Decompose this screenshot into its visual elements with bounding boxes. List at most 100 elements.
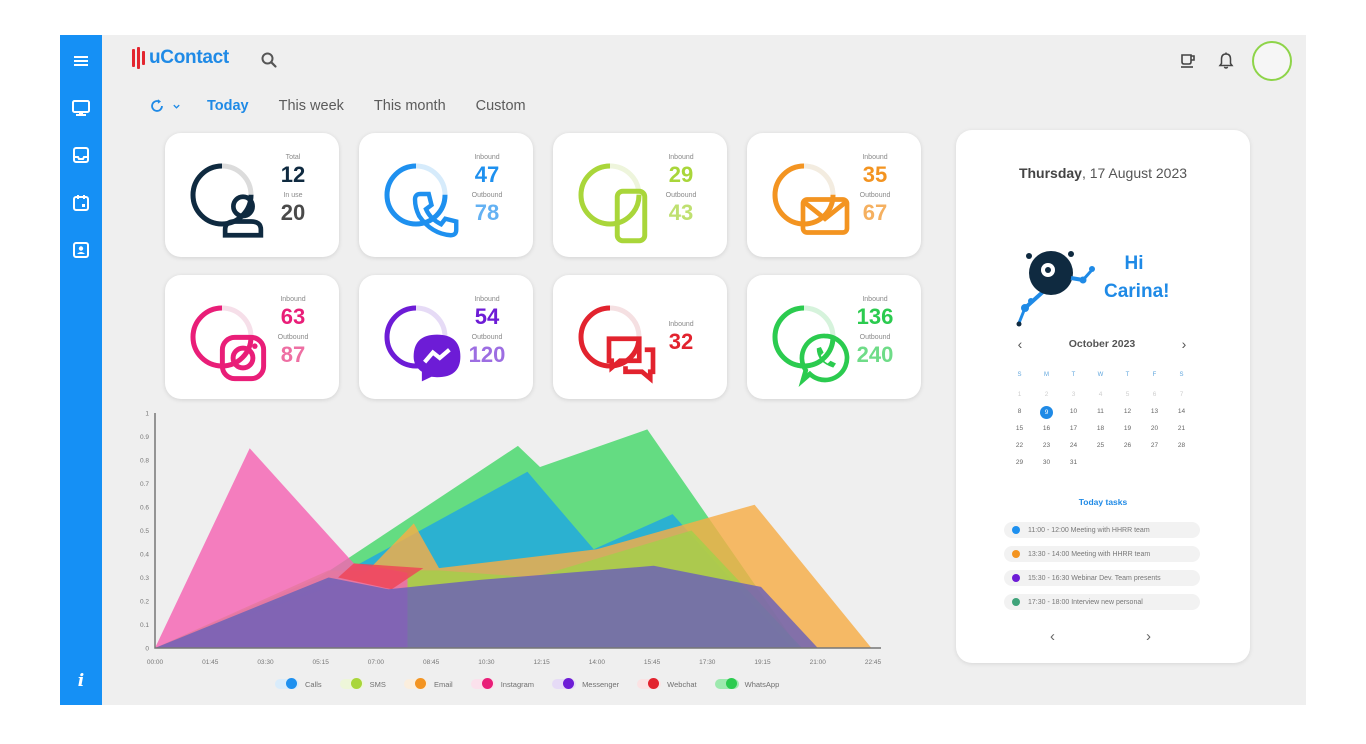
calendar-day[interactable]: 11 <box>1087 406 1114 418</box>
sidebar-item-monitor[interactable] <box>69 96 93 120</box>
y-tick-label: 0.5 <box>140 528 149 535</box>
calendar-day[interactable]: 18 <box>1087 423 1114 435</box>
legend-toggle-sms[interactable]: SMS <box>339 678 386 689</box>
notifications-button[interactable] <box>1214 49 1238 73</box>
card-whatsapp[interactable]: Inbound 136 Outbound 240 <box>747 275 921 399</box>
task-item[interactable]: 13:30 - 14:00 Meeting with HHRR team <box>1004 546 1200 562</box>
toggle-switch[interactable] <box>275 678 299 689</box>
toggle-switch[interactable] <box>714 678 739 689</box>
stat-label-1: Inbound <box>280 296 306 303</box>
calendar-day[interactable]: 5 <box>1114 389 1141 401</box>
calendar-day[interactable]: 28 <box>1168 440 1195 452</box>
legend-toggle-calls[interactable]: Calls <box>275 678 322 689</box>
task-color-dot <box>1012 598 1020 606</box>
calendar-day[interactable]: 4 <box>1087 389 1114 401</box>
calendar-day[interactable]: 2 <box>1033 389 1060 401</box>
calendar-day[interactable]: 24 <box>1060 440 1087 452</box>
tab-custom[interactable]: Custom <box>476 98 526 114</box>
task-item[interactable]: 15:30 - 16:30 Webinar Dev. Team presents <box>1004 570 1200 586</box>
break-button[interactable] <box>1176 49 1200 73</box>
tasks-next-button[interactable]: › <box>1146 628 1151 645</box>
toggle-switch[interactable] <box>470 678 495 689</box>
tasks-title: Today tasks <box>1078 497 1128 507</box>
card-calls[interactable]: Inbound 47 Outbound 78 <box>359 133 533 257</box>
legend-toggle-webchat[interactable]: Webchat <box>637 678 697 689</box>
activity-chart: 0 0.1 0.2 0.3 0.4 0.5 0.6 0.7 0.8 0.9 1 00:00 01:45 0… <box>135 405 915 705</box>
x-tick-label: 17:30 <box>699 659 716 666</box>
whatsapp-icon <box>798 333 850 388</box>
calendar-day[interactable]: 30 <box>1033 457 1060 469</box>
y-tick-label: 0.6 <box>140 505 149 512</box>
calendar-day[interactable]: 22 <box>1006 440 1033 452</box>
calendar-day[interactable]: 19 <box>1114 423 1141 435</box>
sidebar-item-inbox[interactable] <box>69 143 93 167</box>
stat-value-1: 12 <box>280 162 306 187</box>
y-tick-label: 0.3 <box>140 575 149 582</box>
card-sms[interactable]: Inbound 29 Outbound 43 <box>553 133 727 257</box>
tab-this-week[interactable]: This week <box>279 98 344 114</box>
calendar-day-selected[interactable]: 9 <box>1033 406 1060 419</box>
legend-toggle-instagram[interactable]: Instagram <box>470 678 534 689</box>
x-tick-label: 21:00 <box>810 659 827 666</box>
task-item[interactable]: 11:00 - 12:00 Meeting with HHRR team <box>1004 522 1200 538</box>
toggle-switch[interactable] <box>552 678 577 689</box>
y-tick-label: 0.1 <box>140 622 149 629</box>
card-email[interactable]: Inbound 35 Outbound 67 <box>747 133 921 257</box>
stat-label-2: Outbound <box>471 192 503 199</box>
calendar-day[interactable]: 7 <box>1168 389 1195 401</box>
card-agents[interactable]: Total 12 In use 20 <box>165 133 339 257</box>
sidebar-item-calendar[interactable] <box>69 191 93 215</box>
card-messenger[interactable]: Inbound 54 Outbound 120 <box>359 275 533 399</box>
calendar-day[interactable]: 20 <box>1141 423 1168 435</box>
sidebar-item-contacts[interactable] <box>69 238 93 262</box>
legend-label: Calls <box>305 679 322 689</box>
calendar-day[interactable]: 25 <box>1087 440 1114 452</box>
legend-toggle-email[interactable]: Email <box>403 678 453 689</box>
task-text: 11:00 - 12:00 Meeting with HHRR team <box>1028 526 1150 534</box>
card-webchat[interactable]: Inbound 32 <box>553 275 727 399</box>
calendar-day[interactable]: 23 <box>1033 440 1060 452</box>
calendar-day[interactable]: 10 <box>1060 406 1087 418</box>
stat-value-2: 87 <box>280 342 306 367</box>
calendar-day[interactable]: 29 <box>1006 457 1033 469</box>
task-item[interactable]: 17:30 - 18:00 Interview new personal <box>1004 594 1200 610</box>
legend-toggle-whatsapp[interactable]: WhatsApp <box>714 678 780 689</box>
calendar-day[interactable]: 1 <box>1006 389 1033 401</box>
calendar-day[interactable]: 21 <box>1168 423 1195 435</box>
calendar-day[interactable]: 16 <box>1033 423 1060 435</box>
calendar-day[interactable]: 6 <box>1141 389 1168 401</box>
calendar-day[interactable]: 14 <box>1168 406 1195 418</box>
stat-label-1: Inbound <box>862 296 888 303</box>
calendar-day[interactable]: 26 <box>1114 440 1141 452</box>
tasks-prev-button[interactable]: ‹ <box>1050 628 1055 645</box>
calendar-day[interactable]: 12 <box>1114 406 1141 418</box>
robot-mascot-icon <box>1016 251 1095 327</box>
y-tick-label: 0.8 <box>140 458 149 465</box>
calendar-day[interactable]: 8 <box>1006 406 1033 418</box>
info-button[interactable]: i <box>69 671 93 695</box>
stat-label-2: Outbound <box>859 192 891 199</box>
ring-gauge <box>383 162 459 238</box>
legend-label: WhatsApp <box>744 679 780 689</box>
tab-today[interactable]: Today <box>207 98 249 114</box>
search-button[interactable] <box>259 50 279 70</box>
toggle-switch[interactable] <box>403 678 428 689</box>
task-color-dot <box>1012 526 1020 534</box>
calendar-day[interactable]: 27 <box>1141 440 1168 452</box>
calendar-day[interactable]: 3 <box>1060 389 1087 401</box>
menu-button[interactable] <box>69 49 93 73</box>
toggle-switch[interactable] <box>637 678 662 689</box>
tab-this-month[interactable]: This month <box>374 98 446 114</box>
calendar-day[interactable]: 17 <box>1060 423 1087 435</box>
calendar-day[interactable]: 31 <box>1060 457 1087 469</box>
legend-label: Webchat <box>667 679 697 689</box>
calendar-next-button[interactable]: › <box>1176 336 1192 352</box>
card-instagram[interactable]: Inbound 63 Outbound 87 <box>165 275 339 399</box>
calendar-day[interactable]: 13 <box>1141 406 1168 418</box>
calendar-prev-button[interactable]: ‹ <box>1012 336 1028 352</box>
calendar-day[interactable]: 15 <box>1006 423 1033 435</box>
legend-toggle-messenger[interactable]: Messenger <box>552 678 619 689</box>
toggle-switch[interactable] <box>339 678 364 689</box>
refresh-button[interactable] <box>148 97 181 115</box>
avatar[interactable] <box>1252 41 1292 81</box>
